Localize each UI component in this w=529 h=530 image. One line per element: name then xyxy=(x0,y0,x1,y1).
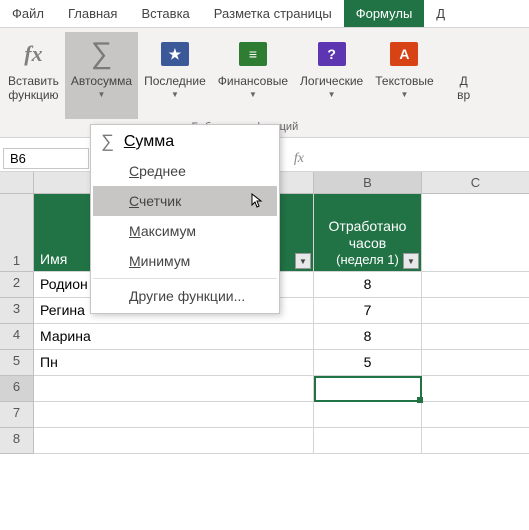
cell-hours[interactable]: 5 xyxy=(314,350,422,376)
insert-function-button[interactable]: fx Вставитьфункцию xyxy=(2,32,65,119)
cell[interactable] xyxy=(422,324,529,350)
text-button[interactable]: A Текстовые ▼ xyxy=(369,32,439,119)
cell-name[interactable]: Марина xyxy=(34,324,314,350)
cell[interactable] xyxy=(422,298,529,324)
row-header[interactable]: 3 xyxy=(0,298,34,324)
cell-hours[interactable]: 8 xyxy=(314,324,422,350)
tab-extra[interactable]: Д xyxy=(424,0,457,27)
cell-name[interactable]: Пн xyxy=(34,350,314,376)
cursor-icon xyxy=(251,193,265,212)
menu-item-more[interactable]: Другие функции... xyxy=(93,281,277,311)
tab-insert[interactable]: Вставка xyxy=(129,0,201,27)
autosum-button[interactable]: ∑ Автосумма ▼ xyxy=(65,32,138,119)
table-header-hours[interactable]: Отработаночасов (неделя 1) ▼ xyxy=(314,194,422,272)
cell-hours[interactable]: 7 xyxy=(314,298,422,324)
finance-icon: ≡ xyxy=(239,42,267,66)
row-header[interactable]: 8 xyxy=(0,428,34,454)
row-header[interactable]: 5 xyxy=(0,350,34,376)
chevron-down-icon: ▼ xyxy=(328,90,336,99)
sigma-icon: ∑ xyxy=(101,131,114,152)
filter-dropdown-icon[interactable]: ▼ xyxy=(295,253,311,269)
menu-item-max[interactable]: Максимум xyxy=(93,216,277,246)
col-header-b[interactable]: B xyxy=(314,172,422,194)
row-header[interactable]: 1 xyxy=(0,194,34,272)
menu-item-count[interactable]: Счетчик xyxy=(93,186,277,216)
cell[interactable] xyxy=(34,376,314,402)
cell-hours[interactable]: 8 xyxy=(314,272,422,298)
row-header[interactable]: 6 xyxy=(0,376,34,402)
chevron-down-icon: ▼ xyxy=(98,90,106,99)
ribbon-tabs: Файл Главная Вставка Разметка страницы Ф… xyxy=(0,0,529,28)
cell[interactable] xyxy=(422,402,529,428)
cell[interactable] xyxy=(422,428,529,454)
ribbon-toolbar: fx Вставитьфункцию ∑ Автосумма ▼ ★ После… xyxy=(0,28,529,138)
cell[interactable] xyxy=(314,402,422,428)
select-all-corner[interactable] xyxy=(0,172,34,194)
fx-icon[interactable]: fx xyxy=(286,151,312,167)
dropdown-header: ∑ Сумма xyxy=(93,127,277,156)
row-header[interactable]: 4 xyxy=(0,324,34,350)
logic-icon: ? xyxy=(318,42,346,66)
cell[interactable] xyxy=(422,272,529,298)
tab-formulas[interactable]: Формулы xyxy=(344,0,425,27)
name-box[interactable]: B6 xyxy=(3,148,89,169)
filter-dropdown-icon[interactable]: ▼ xyxy=(403,253,419,269)
formula-input[interactable] xyxy=(312,149,529,168)
chevron-down-icon: ▼ xyxy=(171,90,179,99)
sigma-icon: ∑ xyxy=(91,37,112,71)
tab-home[interactable]: Главная xyxy=(56,0,129,27)
cell[interactable] xyxy=(34,402,314,428)
text-icon: A xyxy=(390,42,418,66)
financial-button[interactable]: ≡ Финансовые ▼ xyxy=(212,32,294,119)
fx-icon: fx xyxy=(24,41,42,67)
menu-item-average[interactable]: Среднее xyxy=(93,156,277,186)
col-header-c[interactable]: C xyxy=(422,172,529,194)
star-icon: ★ xyxy=(161,42,189,66)
tab-pagelayout[interactable]: Разметка страницы xyxy=(202,0,344,27)
cell[interactable] xyxy=(422,194,529,272)
autosum-dropdown: ∑ Сумма Среднее Счетчик Максимум Минимум… xyxy=(90,124,280,314)
cell[interactable] xyxy=(34,428,314,454)
row-header[interactable]: 2 xyxy=(0,272,34,298)
tab-file[interactable]: Файл xyxy=(0,0,56,27)
chevron-down-icon: ▼ xyxy=(249,90,257,99)
row-header[interactable]: 7 xyxy=(0,402,34,428)
logical-button[interactable]: ? Логические ▼ xyxy=(294,32,369,119)
chevron-down-icon: ▼ xyxy=(400,90,408,99)
cell[interactable] xyxy=(422,350,529,376)
cell-selected[interactable] xyxy=(314,376,422,402)
date-button[interactable]: Д вр xyxy=(440,32,488,119)
cell[interactable] xyxy=(314,428,422,454)
recent-functions-button[interactable]: ★ Последние ▼ xyxy=(138,32,212,119)
menu-item-min[interactable]: Минимум xyxy=(93,246,277,276)
cell[interactable] xyxy=(422,376,529,402)
